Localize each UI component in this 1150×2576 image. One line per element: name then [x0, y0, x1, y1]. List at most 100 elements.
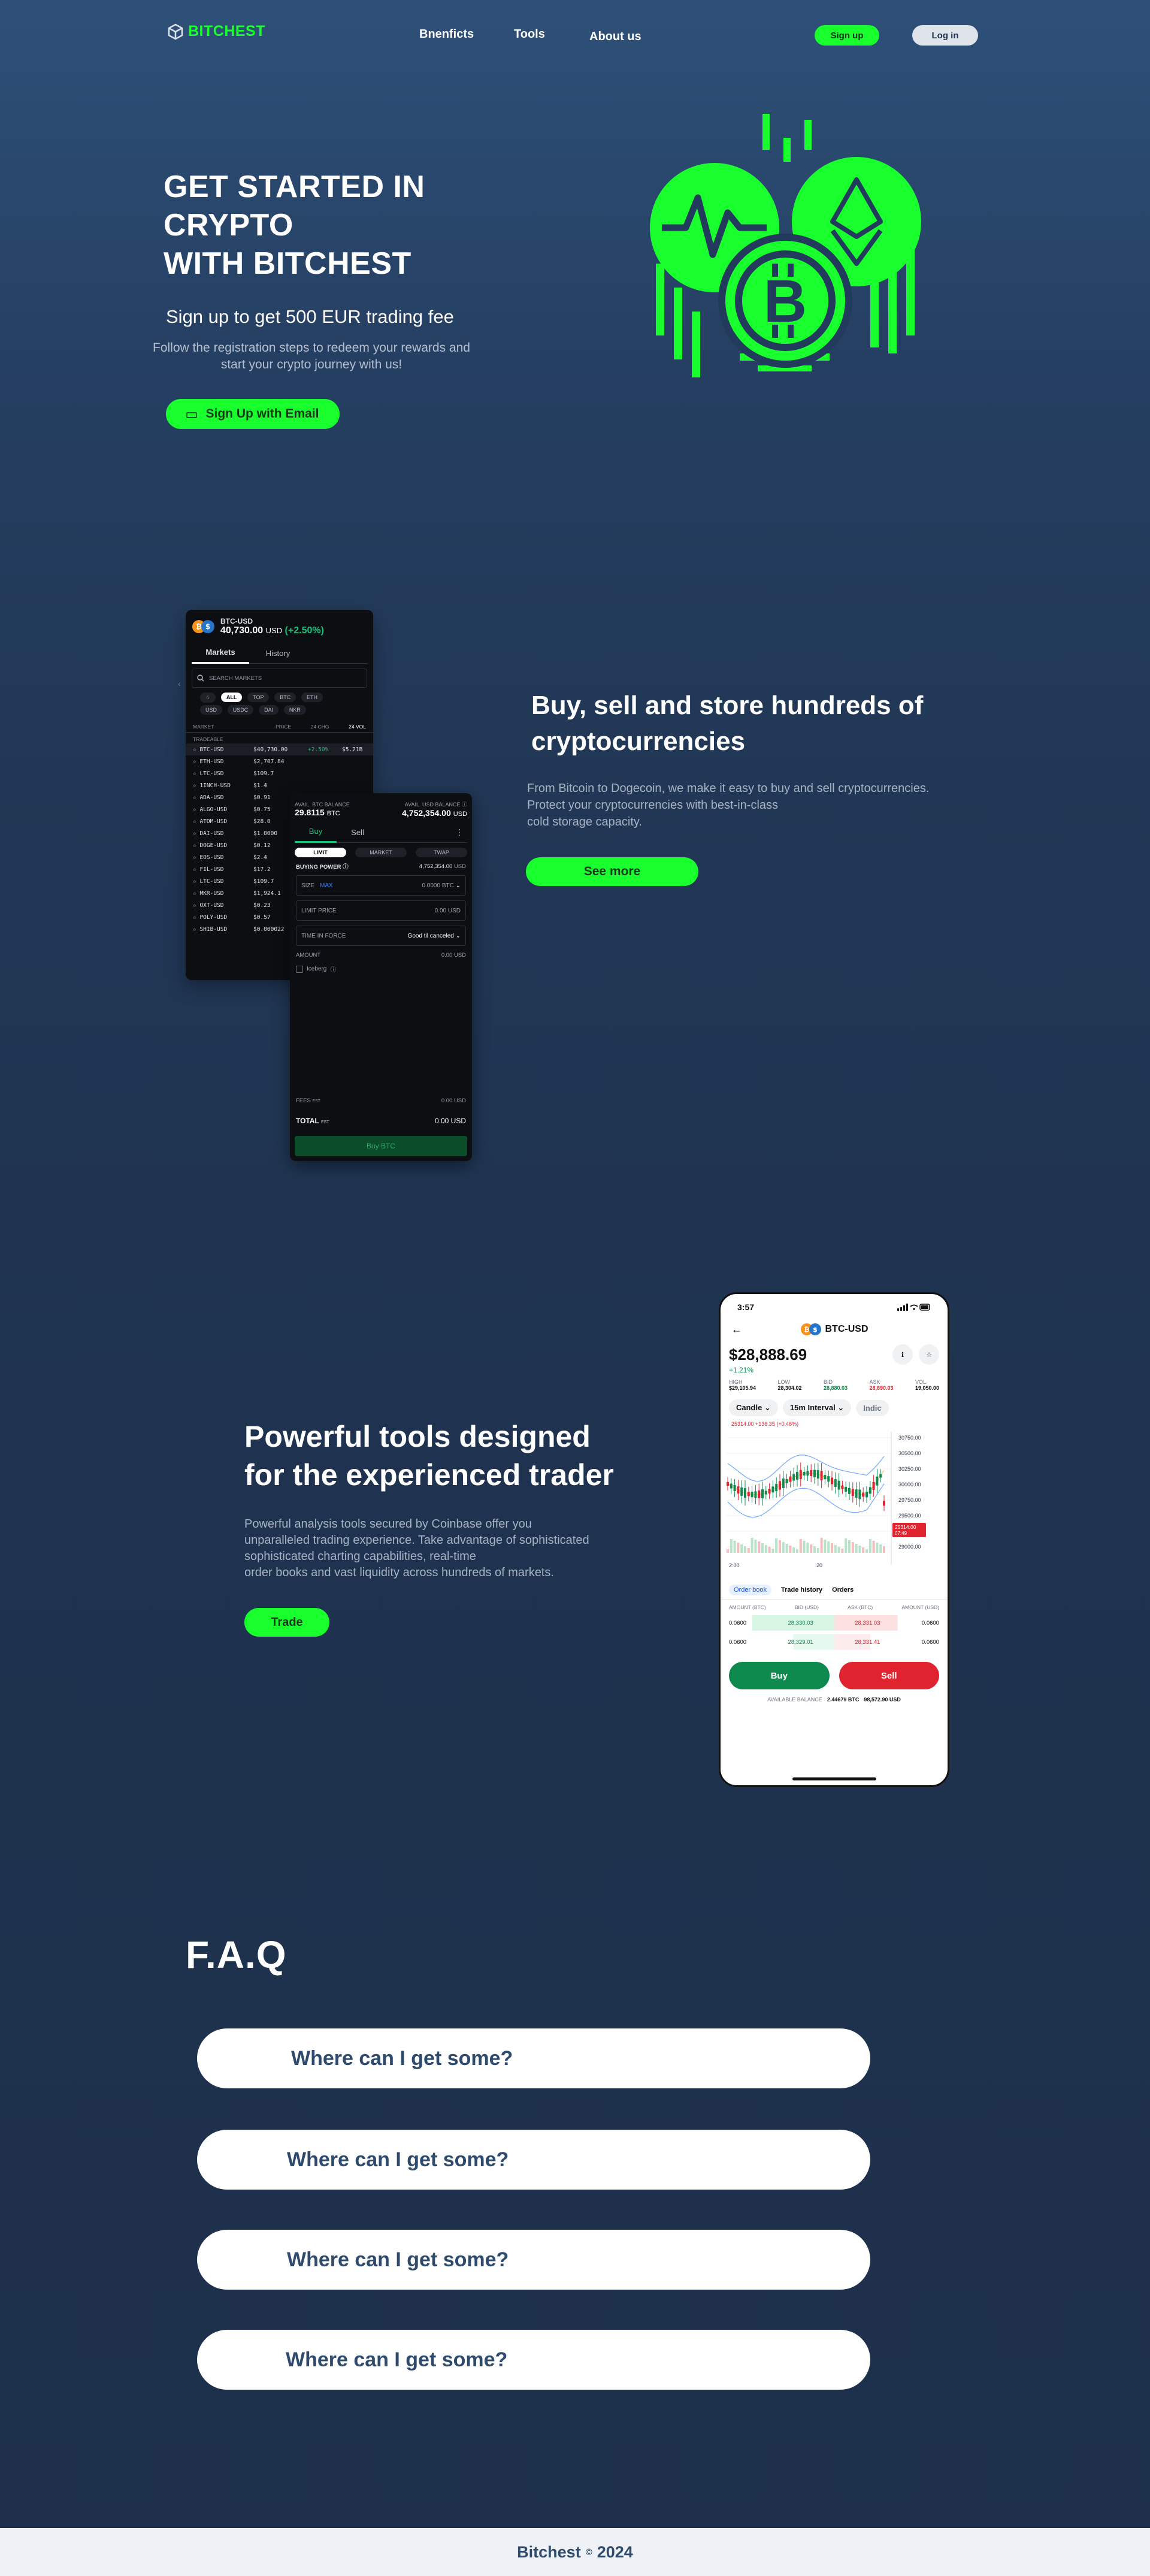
order-type-twap[interactable]: TWAP: [416, 848, 467, 857]
faq-item[interactable]: Where can I get some?: [197, 2130, 870, 2190]
nav-link-about[interactable]: About us: [589, 30, 641, 44]
markets-search-input[interactable]: SEARCH MARKETS: [192, 669, 367, 688]
volume-bar: [789, 1546, 792, 1553]
pair-price: 40,730.00: [220, 625, 264, 636]
see-more-button[interactable]: See more: [526, 857, 698, 886]
filter-eth[interactable]: ETH: [301, 693, 323, 702]
nav-link-benefits[interactable]: Bnenficts: [419, 28, 474, 41]
filter-top[interactable]: TOP: [247, 693, 270, 702]
chip-chart-type[interactable]: Candle ⌄: [729, 1399, 778, 1416]
trade-button[interactable]: Trade: [244, 1608, 329, 1637]
cube-logo-icon: [168, 23, 183, 40]
chip-interval-label: 15m Interval: [789, 1403, 836, 1412]
filter-usd[interactable]: USD: [200, 705, 223, 715]
ob-col-amount-btc: AMOUNT (BTC): [729, 1604, 766, 1610]
balance-btc: 2.44679 BTC: [827, 1697, 860, 1703]
candle-body: [862, 1492, 865, 1497]
candle-body: [740, 1487, 743, 1496]
candle-body: [750, 1492, 753, 1498]
faq-item[interactable]: Where can I get some?: [197, 2330, 870, 2390]
col-price: PRICE: [276, 723, 292, 730]
candle-body: [824, 1475, 827, 1480]
pair-label: BTC-USD: [220, 617, 253, 625]
star-icon[interactable]: ☆: [919, 1344, 939, 1365]
limit-price-field[interactable]: LIMIT PRICE 0.00 USD: [296, 900, 466, 921]
filter-favorites[interactable]: ☆: [200, 693, 216, 703]
signup-button[interactable]: Sign up: [815, 25, 879, 46]
filter-usdc[interactable]: USDC: [227, 705, 254, 715]
hero-title-line: CRYPTO: [164, 208, 293, 243]
chip-interval[interactable]: 15m Interval ⌄: [782, 1399, 852, 1416]
order-type-limit[interactable]: LIMIT: [295, 848, 346, 857]
more-icon[interactable]: ⋮: [379, 827, 467, 837]
buy-btc-button[interactable]: Buy BTC: [295, 1136, 467, 1156]
crypto-coins-illustration: B: [650, 114, 921, 377]
filter-dai[interactable]: DAI: [259, 705, 279, 715]
volume-bar: [813, 1546, 816, 1553]
logo[interactable]: BITCHEST: [168, 23, 265, 40]
signup-email-button[interactable]: Sign Up with Email: [166, 399, 340, 429]
market-row[interactable]: ☆ LTC-USD $109.7: [186, 767, 373, 779]
avail-usd-value: 4,752,354.00: [402, 808, 451, 818]
faq-title: F.A.Q: [186, 1933, 287, 1976]
fees-value: 0.00 USD: [441, 1097, 466, 1104]
volume-bar: [740, 1544, 743, 1553]
nav-link-tools[interactable]: Tools: [514, 28, 545, 41]
iceberg-label: Iceberg: [307, 966, 327, 972]
size-label: SIZE: [301, 882, 315, 889]
size-field[interactable]: SIZE MAX 0.0000 BTC ⌄: [296, 875, 466, 896]
tab-markets[interactable]: Markets: [192, 643, 249, 664]
tab-buy[interactable]: Buy: [295, 823, 337, 843]
market-row[interactable]: ☆ ETH-USD $2,707.84: [186, 755, 373, 767]
filter-all[interactable]: ALL: [220, 693, 243, 702]
market-row[interactable]: ☆ 1INCH-USD $1.4: [186, 779, 373, 791]
time-in-force-select[interactable]: TIME IN FORCE Good til canceled ⌄: [296, 926, 466, 946]
chip-indicators[interactable]: Indic: [856, 1399, 889, 1416]
volume-bar: [855, 1544, 858, 1553]
volume-bar: [782, 1542, 785, 1553]
sell-button[interactable]: Sell: [839, 1662, 939, 1689]
filter-btc[interactable]: BTC: [274, 693, 296, 702]
candle-body: [733, 1485, 736, 1492]
volume-bar: [733, 1541, 736, 1553]
tab-history[interactable]: History: [249, 649, 307, 658]
volume-bar: [883, 1546, 885, 1553]
chart-note: 25314.00 +136.35 (+0.46%): [731, 1421, 799, 1427]
info-icon[interactable]: ℹ: [892, 1344, 913, 1365]
buy-button[interactable]: Buy: [729, 1662, 830, 1689]
volume-bar: [771, 1549, 774, 1553]
iceberg-checkbox[interactable]: [296, 965, 303, 973]
filter-nkr[interactable]: NKR: [283, 705, 306, 715]
tab-trade-history[interactable]: Trade history: [781, 1586, 822, 1594]
faq-item[interactable]: Where can I get some?: [197, 2028, 870, 2088]
size-max-button[interactable]: MAX: [320, 882, 333, 889]
ob-bid: 28,330.03: [788, 1619, 813, 1626]
ob-col-bid: BID (USD): [794, 1604, 819, 1610]
candle-body: [827, 1476, 830, 1482]
tab-order-book[interactable]: Order book: [729, 1584, 772, 1595]
market-symbol: ☆ LTC-USD: [193, 878, 224, 885]
x-tick-label: 20: [816, 1562, 822, 1568]
volume-bar: [764, 1545, 767, 1553]
col-vol: 24 VOL: [349, 723, 366, 730]
candle-body: [727, 1482, 729, 1486]
ob-ask: 28,331.03: [855, 1619, 880, 1626]
limit-price-value: 0.00 USD: [434, 907, 461, 914]
faq-item[interactable]: Where can I get some?: [197, 2230, 870, 2290]
volume-bar: [827, 1541, 830, 1553]
svg-text:₿: ₿: [196, 622, 202, 631]
candle-body: [813, 1470, 816, 1477]
order-type-market[interactable]: MARKET: [355, 848, 407, 857]
candle-body: [831, 1477, 833, 1484]
market-row[interactable]: ☆ BTC-USD $40,730.00 +2.50% $5.21B: [186, 743, 373, 755]
volume-bar: [775, 1538, 778, 1553]
candle-body: [872, 1481, 875, 1490]
trading-phone-mockup: 3:57 ← ₿ $ BTC-USD $28,888.69 ℹ ☆ +1.21%…: [719, 1292, 949, 1787]
tab-orders[interactable]: Orders: [832, 1586, 854, 1594]
tab-sell[interactable]: Sell: [337, 828, 379, 837]
ob-amount-btc: 0.0600: [729, 1638, 747, 1646]
stats-row: HIGH $29,105.94 LOW 28,304.02 BID 28,880.03…: [721, 1375, 948, 1391]
login-button[interactable]: Log in: [912, 25, 978, 46]
btc-usd-pair-icon: ₿ $: [800, 1323, 821, 1335]
last-price-time: 07:49: [895, 1531, 907, 1536]
